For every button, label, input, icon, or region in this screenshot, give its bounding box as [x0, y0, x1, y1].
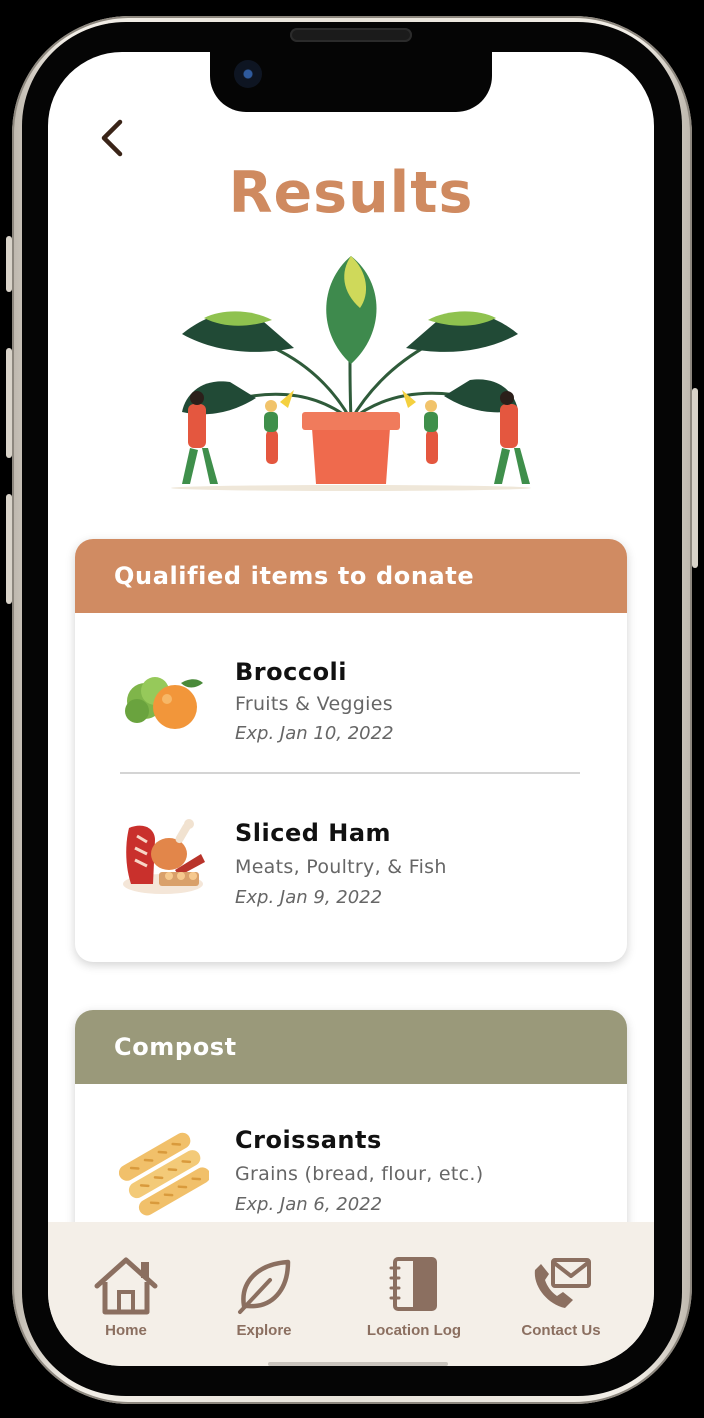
tab-contact-us[interactable]: Contact Us	[486, 1222, 636, 1366]
item-expiry: Exp. Jan 9, 2022	[235, 887, 383, 908]
tab-home[interactable]: Home	[51, 1222, 201, 1366]
item-name: Croissants	[235, 1126, 382, 1154]
power-button	[692, 388, 698, 568]
item-category: Meats, Poultry, & Fish	[235, 856, 447, 878]
item-name: Broccoli	[235, 658, 348, 686]
speaker-grille	[290, 28, 412, 42]
app-screen: Results Qualified items to donate Brocco…	[48, 52, 654, 1366]
tab-home-label: Home	[105, 1322, 147, 1339]
tab-location-log[interactable]: Location Log	[339, 1222, 489, 1366]
donate-card: Qualified items to donate Broccoli Fruit…	[75, 539, 627, 962]
mute-switch	[6, 236, 12, 292]
item-category: Grains (bread, flour, etc.)	[235, 1163, 484, 1185]
list-item[interactable]: Broccoli Fruits & Veggies Exp. Jan 10, 2…	[75, 613, 627, 772]
home-indicator	[268, 1362, 448, 1366]
phone-mail-icon	[534, 1258, 591, 1308]
item-name: Sliced Ham	[235, 819, 392, 847]
fruits-veggies-icon	[125, 677, 203, 729]
front-camera	[234, 60, 262, 88]
home-icon	[94, 1257, 158, 1315]
tab-location-log-label: Location Log	[366, 1322, 462, 1339]
tab-contact-us-label: Contact Us	[521, 1322, 601, 1339]
leaf-icon	[238, 1259, 291, 1314]
page-title: Results	[228, 160, 474, 226]
item-expiry: Exp. Jan 10, 2022	[235, 723, 394, 744]
item-category: Fruits & Veggies	[235, 693, 393, 715]
list-item[interactable]: Sliced Ham Meats, Poultry, & Fish Exp. J…	[75, 774, 627, 962]
meats-poultry-icon	[123, 819, 205, 894]
bread-loaves-icon	[119, 1132, 209, 1216]
volume-up-button	[6, 348, 12, 458]
tab-explore[interactable]: Explore	[189, 1222, 339, 1366]
potted-plant-with-people-illustration	[171, 256, 531, 491]
back-button[interactable]	[92, 116, 136, 160]
bottom-tab-bar: Home Explore Location Log Contact Us	[48, 1222, 654, 1366]
notebook-icon	[389, 1257, 437, 1311]
donate-card-header: Qualified items to donate	[75, 539, 627, 613]
tab-explore-label: Explore	[236, 1322, 292, 1339]
compost-card-header: Compost	[75, 1010, 627, 1084]
item-expiry: Exp. Jan 6, 2022	[235, 1194, 383, 1215]
chevron-left-icon	[101, 119, 123, 157]
volume-down-button	[6, 494, 12, 604]
